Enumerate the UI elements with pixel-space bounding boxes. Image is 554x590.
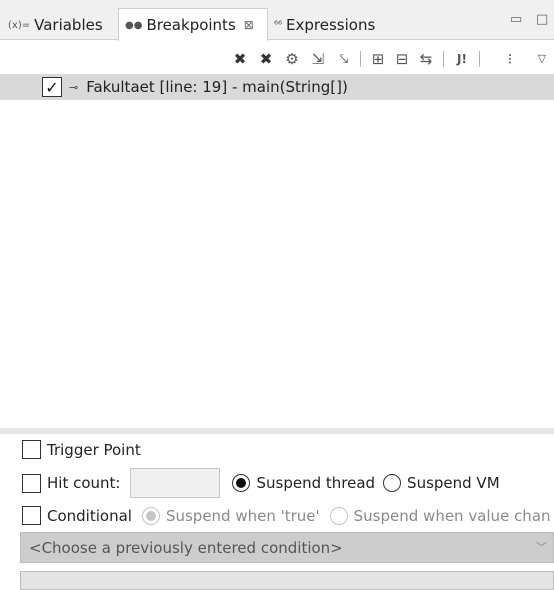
breakpoints-toolbar: ✖ ✖ ⚙ ⇲ ⤥ ⊞ ⊟ ⇆ J! ⁝ ▽: [0, 48, 554, 70]
hit-count-label: Hit count:: [47, 474, 121, 492]
tab-breakpoints[interactable]: ●● Breakpoints ⊠: [118, 8, 268, 41]
suspend-when-changed-radio-dot: [329, 506, 348, 525]
suspend-vm-radio-dot: [383, 474, 402, 492]
collapse-all-icon[interactable]: ⊟: [392, 48, 412, 70]
toolbar-separator: [360, 51, 361, 67]
conditional-checkbox[interactable]: [22, 506, 41, 525]
remove-all-breakpoints-icon[interactable]: ✖: [256, 48, 276, 70]
suspend-vm-label: Suspend VM: [407, 474, 500, 492]
suspend-when-changed-label: Suspend when value chan: [353, 506, 551, 525]
condition-history-placeholder: <Choose a previously entered condition>: [29, 538, 343, 557]
suspend-thread-radio-dot: [232, 474, 251, 492]
breakpoints-list: ✓ ⊸ Fakultaet [line: 19] - main(String[]…: [0, 72, 554, 428]
java-exception-breakpoint-icon[interactable]: J!: [452, 48, 472, 70]
suspend-thread-label: Suspend thread: [256, 474, 376, 492]
suspend-thread-radio[interactable]: Suspend thread: [232, 474, 375, 492]
condition-history-combo[interactable]: <Choose a previously entered condition> …: [20, 532, 554, 563]
tab-variables-label: Variables: [34, 16, 103, 34]
expand-all-icon[interactable]: ⊞: [368, 48, 388, 70]
line-breakpoint-icon: ⊸: [69, 80, 79, 94]
trigger-point-label: Trigger Point: [47, 440, 141, 459]
toolbar-separator: [443, 51, 444, 67]
trigger-point-line: Trigger Point: [22, 440, 141, 459]
conditional-label: Conditional: [47, 506, 132, 525]
breakpoint-detail-pane: Trigger Point Hit count: Suspend thread …: [0, 434, 554, 590]
tab-breakpoints-label: Breakpoints: [146, 16, 236, 34]
suspend-when-changed-radio[interactable]: Suspend when value chan: [329, 506, 551, 525]
breakpoints-icon: ●●: [125, 19, 143, 31]
remove-breakpoint-icon[interactable]: ✖: [230, 48, 250, 70]
suspend-when-true-radio-dot: [141, 506, 160, 525]
hit-count-line: Hit count: Suspend thread Suspend VM: [22, 468, 500, 498]
expressions-icon: ⁶⁶: [274, 19, 283, 31]
conditional-line: Conditional Suspend when 'true' Suspend …: [22, 506, 551, 525]
suspend-when-true-radio[interactable]: Suspend when 'true': [141, 506, 320, 525]
skip-all-breakpoints-icon[interactable]: ⤥: [334, 48, 354, 70]
suspend-vm-radio[interactable]: Suspend VM: [383, 474, 500, 492]
breakpoint-label: Fakultaet [line: 19] - main(String[]): [86, 78, 348, 96]
group-by-icon[interactable]: ⁝: [500, 48, 520, 70]
condition-editor[interactable]: [20, 571, 554, 590]
show-supported-breakpoints-icon[interactable]: ⚙: [282, 48, 302, 70]
breakpoint-enabled-checkbox[interactable]: ✓: [42, 77, 62, 97]
tab-expressions[interactable]: ⁶⁶ Expressions: [274, 10, 375, 40]
go-to-file-icon[interactable]: ⇲: [308, 48, 328, 70]
suspend-when-true-label: Suspend when 'true': [165, 506, 320, 525]
view-menu-icon[interactable]: ▽: [532, 48, 552, 70]
minimize-icon[interactable]: ▭: [510, 12, 522, 27]
link-with-debug-view-icon[interactable]: ⇆: [416, 48, 436, 70]
tab-variables[interactable]: (x)= Variables: [8, 10, 103, 40]
toolbar-separator: [479, 51, 480, 67]
variables-icon: (x)=: [8, 19, 31, 31]
maximize-icon[interactable]: □: [536, 12, 548, 27]
breakpoint-row[interactable]: ✓ ⊸ Fakultaet [line: 19] - main(String[]…: [0, 74, 554, 100]
hit-count-input[interactable]: [130, 468, 221, 498]
trigger-point-checkbox[interactable]: [22, 440, 41, 459]
view-tab-bar: (x)= Variables ●● Breakpoints ⊠ ⁶⁶ Expre…: [0, 0, 554, 41]
chevron-down-icon: ﹀: [536, 541, 547, 554]
tab-expressions-label: Expressions: [286, 16, 376, 34]
close-tab-icon[interactable]: ⊠: [244, 18, 254, 32]
hit-count-checkbox[interactable]: [22, 473, 41, 493]
